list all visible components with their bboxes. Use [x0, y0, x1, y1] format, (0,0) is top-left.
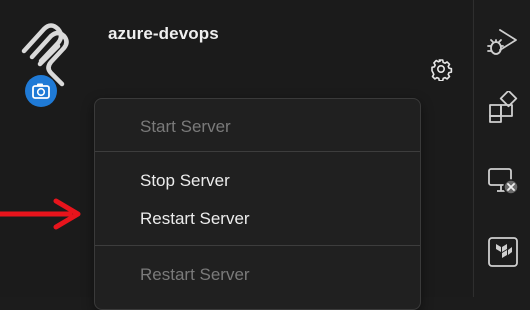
- menu-item-label: Restart Server: [140, 209, 250, 228]
- menu-item-restart-server-disabled: Restart Server: [95, 259, 420, 291]
- menu-item-label: Stop Server: [140, 171, 230, 190]
- terraform-icon[interactable]: [474, 224, 530, 280]
- camera-badge-icon: [25, 75, 57, 107]
- server-logo-icon: [14, 14, 76, 107]
- menu-item-stop-server[interactable]: Stop Server: [95, 165, 420, 197]
- menu-item-restart-server[interactable]: Restart Server: [95, 203, 420, 235]
- extensions-icon[interactable]: [474, 80, 530, 136]
- run-debug-icon[interactable]: [474, 14, 530, 70]
- remote-explorer-icon[interactable]: [474, 152, 530, 208]
- menu-item-start-server: Start Server: [95, 111, 420, 143]
- menu-item-label: Start Server: [140, 117, 231, 136]
- gear-icon[interactable]: [429, 57, 453, 82]
- server-name: azure-devops: [108, 24, 219, 43]
- activity-bar: [473, 0, 530, 297]
- menu-separator: [95, 151, 420, 152]
- menu-item-label: Restart Server: [140, 265, 250, 284]
- red-arrow-icon: [0, 198, 86, 230]
- server-context-menu: Start Server Stop Server Restart Server …: [94, 98, 421, 310]
- menu-separator: [95, 245, 420, 246]
